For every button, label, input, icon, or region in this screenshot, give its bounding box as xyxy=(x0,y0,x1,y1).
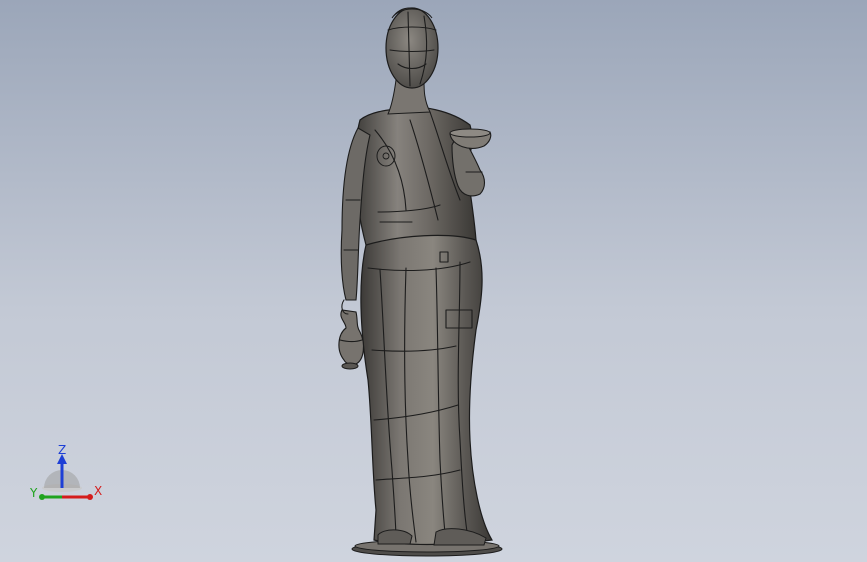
jug xyxy=(338,299,365,370)
statue-robe xyxy=(360,233,493,546)
axis-x-label: X xyxy=(94,484,102,498)
axis-z-label: Z xyxy=(58,443,66,457)
axis-triad-icon: Z X Y xyxy=(29,443,102,500)
axis-y-label: Y xyxy=(29,486,38,500)
statue-model[interactable] xyxy=(0,0,867,562)
graphics-viewport[interactable]: Z X Y xyxy=(0,0,867,562)
statue-head xyxy=(385,7,439,89)
